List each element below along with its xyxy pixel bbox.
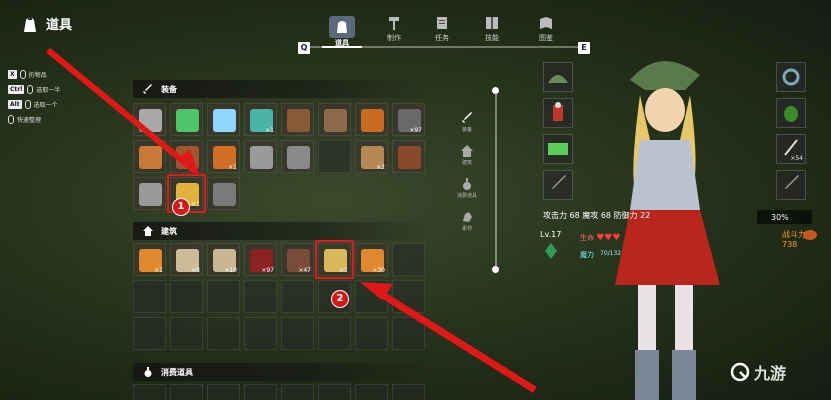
annotation-arrows — [46, 47, 537, 393]
annotation-badge-2: 2 — [331, 290, 349, 308]
arrow-line-2 — [376, 289, 537, 393]
logo-icon — [730, 362, 750, 382]
arrowhead-1 — [176, 150, 200, 176]
annotation-badge-1: 1 — [172, 198, 190, 216]
arrow-line-1 — [46, 47, 198, 175]
watermark-text: 九游 — [754, 364, 787, 383]
watermark: 九游 — [730, 360, 786, 384]
